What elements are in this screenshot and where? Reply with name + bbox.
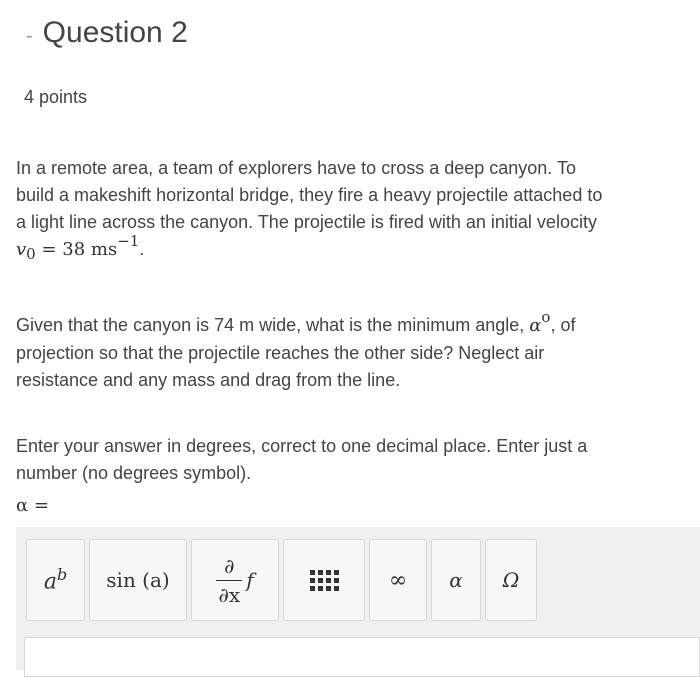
power-button[interactable]: ab <box>26 539 85 621</box>
infinity-button[interactable]: ∞ <box>369 539 427 621</box>
omega-button[interactable]: Ω <box>485 539 537 621</box>
question-paragraph-1: In a remote area, a team of explorers ha… <box>16 158 603 263</box>
matrix-button[interactable] <box>283 539 365 621</box>
answer-instructions: Enter your answer in degrees, correct to… <box>16 436 588 483</box>
question-header: - Question 2 <box>26 16 188 50</box>
alpha-button[interactable]: α <box>431 539 481 621</box>
sin-button[interactable]: sin (a) <box>89 539 187 621</box>
points-label: 4 points <box>24 87 88 107</box>
partial-derivative-button[interactable]: ∂ ∂x f <box>191 539 279 621</box>
answer-input[interactable] <box>24 637 700 677</box>
answer-label: α = <box>16 495 49 516</box>
question-title: Question 2 <box>42 16 188 49</box>
question-paragraph-2: Given that the canyon is 74 m wide, what… <box>16 308 576 390</box>
matrix-icon <box>309 569 339 591</box>
collapse-icon[interactable]: - <box>26 25 33 48</box>
math-input-toolbar: ab sin (a) ∂ ∂x f ∞ α Ω <box>16 527 700 677</box>
